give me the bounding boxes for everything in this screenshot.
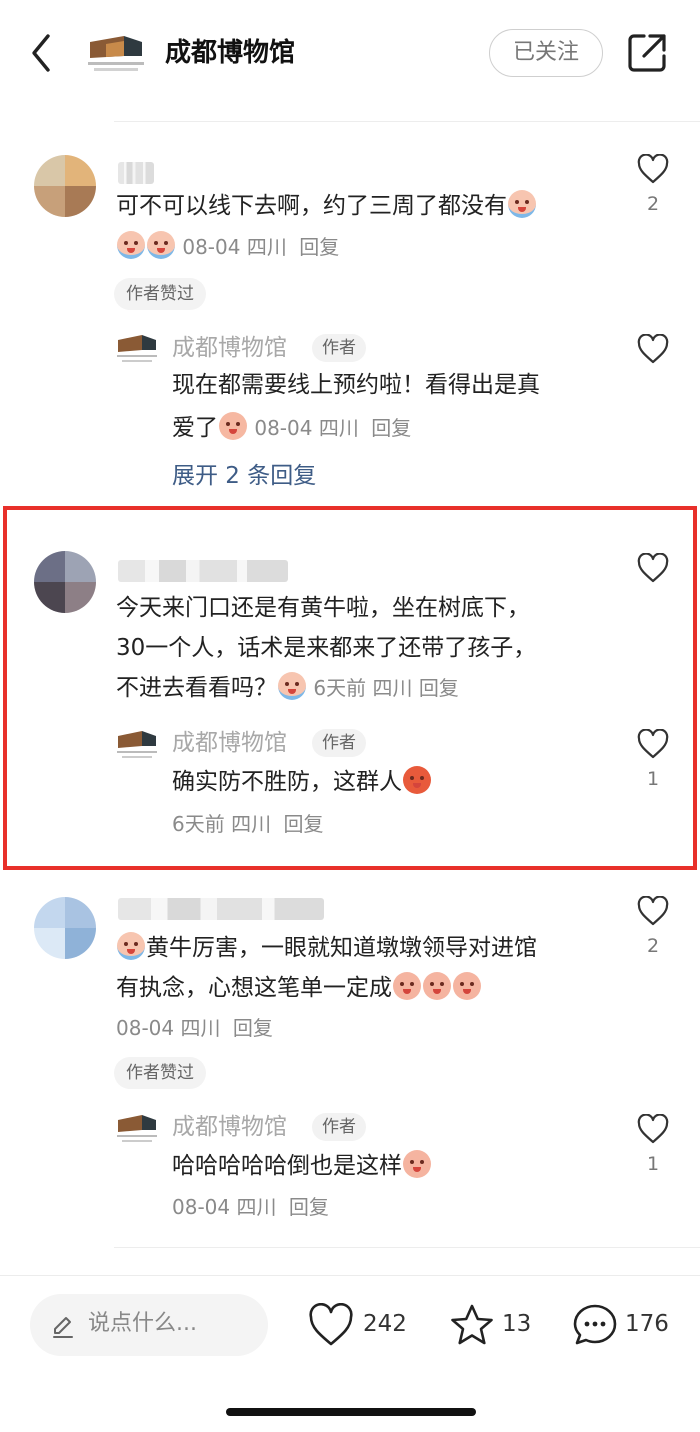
- like-button[interactable]: 2: [635, 896, 671, 958]
- like-button[interactable]: [635, 553, 671, 583]
- author-avatar[interactable]: [114, 1112, 160, 1144]
- reply-text: 哈哈哈哈哈倒也是这样: [172, 1146, 432, 1187]
- reply-button[interactable]: 回复: [419, 676, 459, 700]
- chat-bubble-icon: [573, 1304, 617, 1345]
- home-indicator: [226, 1408, 476, 1416]
- author-badge: 作者: [312, 1113, 366, 1141]
- comment-text: 有执念，心想这笔单一定成: [116, 968, 482, 1009]
- heart-icon: [637, 154, 669, 184]
- angry-emoji-icon: [403, 766, 431, 794]
- pencil-icon: [53, 1317, 73, 1338]
- reply-button[interactable]: 回复: [233, 1016, 273, 1040]
- crying-emoji-icon: [117, 932, 145, 960]
- reply-button[interactable]: 回复: [289, 1195, 329, 1219]
- author-liked-tag: 作者赞过: [114, 278, 206, 310]
- laughing-emoji-icon: [403, 1150, 431, 1178]
- divider: [114, 1247, 700, 1248]
- reply-button[interactable]: 回复: [371, 416, 411, 440]
- comment-text-and-meta: 不进去看看吗？ 6天前 四川 回复: [116, 668, 459, 709]
- like-count: 2: [646, 935, 660, 957]
- commenter-avatar[interactable]: [34, 551, 96, 613]
- commenter-avatar[interactable]: [34, 155, 96, 217]
- heart-icon: [637, 896, 669, 926]
- commenter-name-redacted: [118, 898, 324, 920]
- laughing-emoji-icon: [453, 972, 481, 1000]
- like-button[interactable]: [635, 334, 671, 364]
- follow-button[interactable]: 已关注: [489, 29, 603, 77]
- like-count: 2: [646, 193, 660, 215]
- author-name[interactable]: 成都博物馆: [172, 1111, 287, 1143]
- author-name[interactable]: 成都博物馆: [172, 727, 287, 759]
- comment-input[interactable]: 说点什么...: [30, 1294, 268, 1356]
- museum-logo[interactable]: [84, 32, 148, 74]
- comment-meta: 08-04 四川 回复: [116, 1016, 273, 1040]
- favorite-count: 13: [502, 1311, 532, 1337]
- reply-button[interactable]: 回复: [299, 235, 339, 259]
- like-button[interactable]: 1: [635, 1114, 671, 1176]
- reply-text: 现在都需要线上预约啦！看得出是真: [172, 372, 540, 398]
- expand-replies-link[interactable]: 展开 2 条回复: [172, 460, 316, 492]
- commenter-avatar[interactable]: [34, 897, 96, 959]
- comment-text: 黄牛厉害，一眼就知道墩墩领导对进馆: [116, 928, 537, 969]
- back-button[interactable]: [22, 30, 62, 76]
- crying-emoji-icon: [508, 190, 536, 218]
- like-count: 1: [646, 768, 660, 790]
- like-button[interactable]: 2: [635, 154, 671, 216]
- commenter-name-redacted: [118, 162, 154, 184]
- page-title: 成都博物馆: [165, 38, 296, 68]
- comment-text: 30一个人，话术是来都来了还带了孩子，: [116, 635, 537, 661]
- crying-emoji-icon: [278, 672, 306, 700]
- like-post-button[interactable]: 242: [308, 1299, 418, 1351]
- like-count: 1: [646, 1153, 660, 1175]
- comment-count: 176: [625, 1311, 669, 1337]
- author-avatar[interactable]: [114, 728, 160, 760]
- author-badge: 作者: [312, 729, 366, 757]
- comment-text: 今天来门口还是有黄牛啦，坐在树底下，: [116, 595, 530, 621]
- laughing-emoji-icon: [393, 972, 421, 1000]
- divider: [0, 1275, 700, 1276]
- comment-meta: 08-04 四川 回复: [116, 231, 339, 262]
- heart-icon: [309, 1303, 353, 1346]
- reply-text: 确实防不胜防，这群人: [172, 762, 432, 803]
- author-badge: 作者: [312, 334, 366, 362]
- reply-meta: 6天前 四川 回复: [172, 812, 324, 836]
- crying-emoji-icon: [117, 231, 145, 259]
- reply-text-and-meta: 爱了 08-04 四川 回复: [172, 412, 411, 443]
- crying-emoji-icon: [147, 231, 175, 259]
- heart-icon: [637, 334, 669, 364]
- top-bar: 成都博物馆 已关注: [0, 0, 700, 108]
- reply-button[interactable]: 回复: [283, 812, 323, 836]
- commenter-name-redacted: [118, 560, 288, 582]
- blushing-emoji-icon: [219, 412, 247, 440]
- chevron-left-icon: [32, 34, 50, 72]
- heart-icon: [637, 553, 669, 583]
- share-button[interactable]: [626, 32, 668, 74]
- author-avatar[interactable]: [114, 332, 160, 364]
- like-count: 242: [363, 1311, 407, 1337]
- star-icon: [451, 1304, 493, 1345]
- comment-text: 可不可以线下去啊，约了三周了都没有: [116, 186, 537, 227]
- favorite-button[interactable]: 13: [449, 1299, 539, 1351]
- heart-icon: [637, 1114, 669, 1144]
- author-liked-tag: 作者赞过: [114, 1057, 206, 1089]
- share-icon: [628, 34, 666, 72]
- reply-meta: 08-04 四川 回复: [172, 1195, 329, 1219]
- author-name[interactable]: 成都博物馆: [172, 332, 287, 364]
- like-button[interactable]: 1: [635, 729, 671, 791]
- comment-input-placeholder: 说点什么...: [88, 1311, 197, 1336]
- heart-icon: [637, 729, 669, 759]
- divider: [114, 121, 700, 122]
- laughing-emoji-icon: [423, 972, 451, 1000]
- comment-button[interactable]: 176: [572, 1299, 672, 1351]
